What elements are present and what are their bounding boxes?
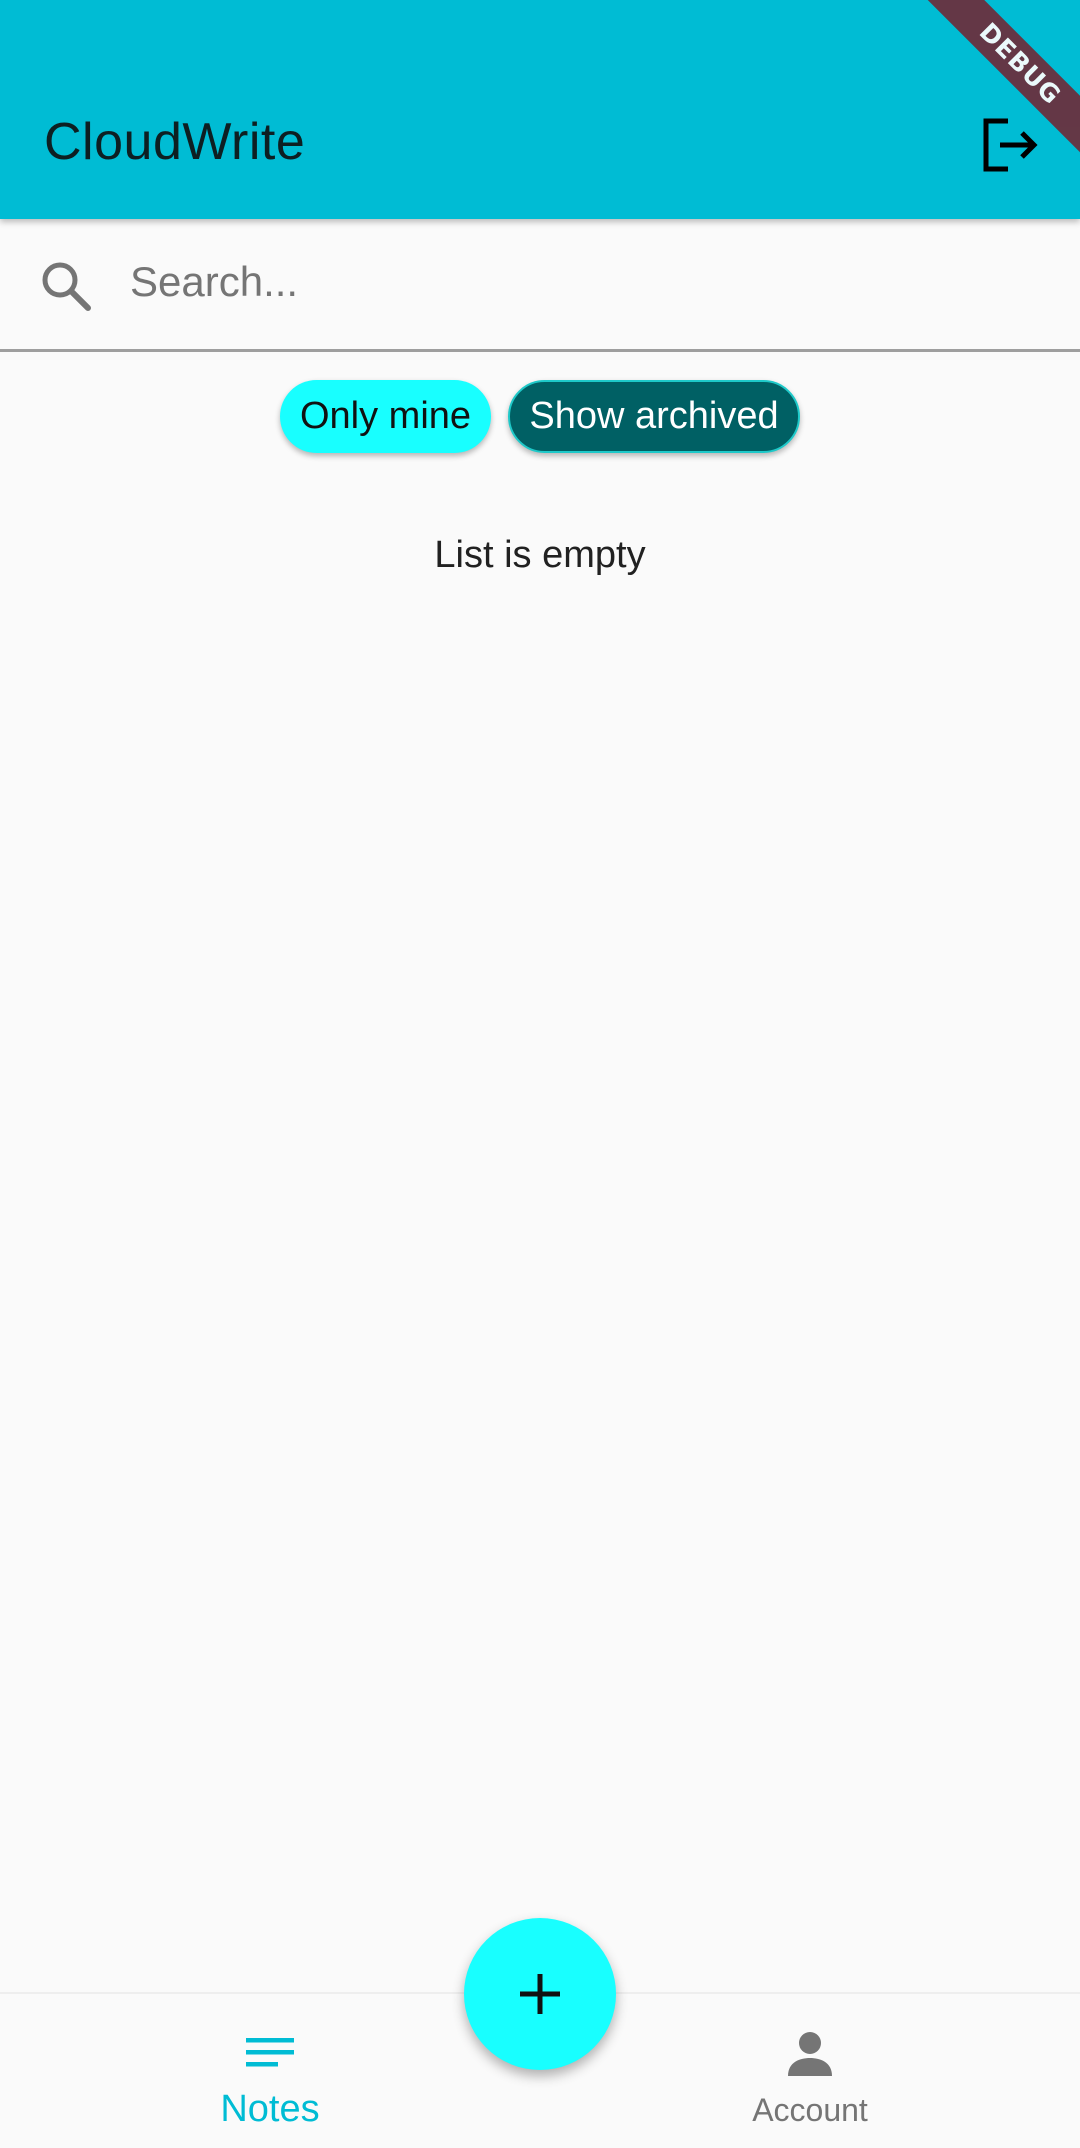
logout-button[interactable] [975,110,1045,180]
add-note-button[interactable] [464,1918,616,2070]
search-icon [42,262,91,311]
show-archived-label: Show archived [529,395,779,437]
app-title: CloudWrite [44,113,306,171]
app-root: CloudWrite DEBUG Only mine Show archived… [0,0,1080,2148]
nav-label-notes: Notes [220,2088,320,2130]
nav-item-account[interactable]: Account [540,1994,1080,2148]
account-icon [788,2032,832,2076]
nav-item-notes[interactable]: Notes [0,1994,540,2148]
plus-icon [520,1974,560,2014]
only-mine-label: Only mine [299,395,472,437]
notes-icon [246,2038,294,2067]
only-mine-chip[interactable]: Only mine [280,380,491,453]
app-bar: CloudWrite [0,0,1080,219]
show-archived-chip[interactable]: Show archived [508,380,800,453]
logout-icon [983,118,1038,172]
empty-list-message: List is empty [434,534,646,576]
nav-label-account: Account [752,2092,868,2128]
search-input[interactable] [130,252,1030,312]
